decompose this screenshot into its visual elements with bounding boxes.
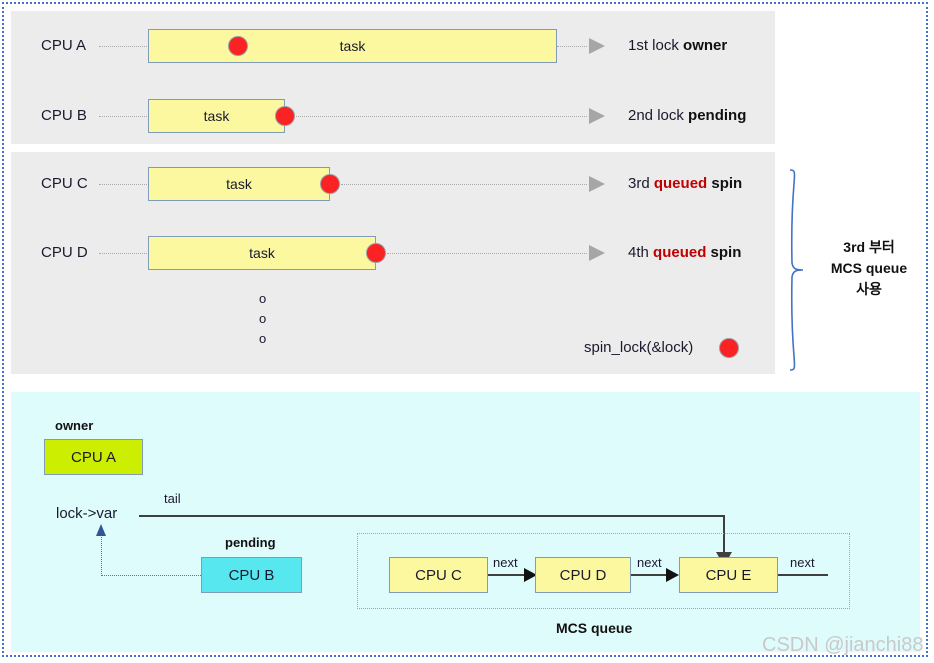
owner-caption: owner bbox=[55, 418, 94, 433]
mcs-queue-caption: MCS queue bbox=[556, 620, 633, 636]
tail-label: tail bbox=[164, 491, 181, 506]
connector-dots-b-right bbox=[296, 116, 587, 117]
right-label-a-prefix: 1st lock bbox=[628, 37, 684, 54]
tail-line-horizontal bbox=[139, 515, 725, 517]
arrow-a bbox=[589, 38, 605, 54]
queue-box-cpu-c: CPU C bbox=[389, 557, 488, 593]
next-label-3: next bbox=[790, 555, 815, 570]
watermark-text: CSDN @jianchi88 bbox=[762, 634, 924, 656]
pending-caption: pending bbox=[225, 535, 276, 550]
arrow-d bbox=[589, 245, 605, 261]
task-bar-c: task bbox=[148, 167, 330, 201]
brace-note: 3rd 부터 MCS queue 사용 bbox=[806, 237, 932, 300]
queue-box-cpu-e: CPU E bbox=[679, 557, 778, 593]
arrow-c bbox=[589, 176, 605, 192]
red-dot-c bbox=[320, 174, 340, 194]
red-dot-b bbox=[275, 106, 295, 126]
cpu-label-c: CPU C bbox=[41, 175, 88, 192]
owner-box-cpu-a: CPU A bbox=[44, 439, 143, 475]
pending-box-cpu-b: CPU B bbox=[201, 557, 302, 593]
next-line-2 bbox=[631, 574, 668, 576]
task-bar-b-label: task bbox=[203, 108, 230, 124]
cpu-label-a: CPU A bbox=[41, 37, 87, 54]
task-bar-a-label: task bbox=[339, 38, 366, 54]
arrow-b bbox=[589, 108, 605, 124]
pending-box-label: CPU B bbox=[228, 566, 275, 584]
next-line-1 bbox=[488, 574, 526, 576]
red-dot-d bbox=[366, 243, 386, 263]
queue-box-cpu-d: CPU D bbox=[535, 557, 631, 593]
brace-note-line1: 3rd 부터 bbox=[843, 239, 895, 255]
task-bar-c-label: task bbox=[226, 176, 252, 192]
next-arrowhead-2-icon bbox=[666, 568, 679, 582]
right-label-d-prefix: 4th bbox=[628, 244, 654, 261]
lock-var-label: lock->var bbox=[56, 505, 118, 522]
connector-dots-a-left bbox=[99, 46, 147, 47]
connector-dots-d-left bbox=[99, 253, 147, 254]
ellipsis-dot-2: o bbox=[259, 311, 267, 326]
red-dot-a bbox=[228, 36, 248, 56]
queue-box-cpu-d-label: CPU D bbox=[559, 566, 607, 584]
right-label-c-prefix: 3rd bbox=[628, 175, 654, 192]
queue-box-cpu-e-label: CPU E bbox=[705, 566, 752, 584]
queue-box-cpu-c-label: CPU C bbox=[415, 566, 462, 584]
owner-box-label: CPU A bbox=[70, 448, 116, 466]
right-label-b-prefix: 2nd lock bbox=[628, 107, 689, 124]
connector-dots-c-left bbox=[99, 184, 147, 185]
bottom-cyan-panel bbox=[11, 392, 920, 652]
connector-dots-a-right bbox=[557, 46, 587, 47]
ellipsis-dot-1: o bbox=[259, 291, 267, 306]
next-label-1: next bbox=[493, 555, 518, 570]
right-label-c-bold: spin bbox=[707, 175, 743, 192]
right-label-b: 2nd lock pending bbox=[628, 107, 746, 124]
next-line-3 bbox=[778, 574, 828, 576]
spin-lock-legend-label: spin_lock(&lock) bbox=[584, 339, 694, 356]
right-label-d: 4th queued spin bbox=[628, 244, 741, 261]
task-bar-d: task bbox=[148, 236, 376, 270]
right-label-c: 3rd queued spin bbox=[628, 175, 742, 192]
connector-dots-c-right bbox=[341, 184, 587, 185]
diagram-root: CPU A task 1st lock owner CPU B task 2nd… bbox=[0, 0, 934, 663]
cpu-label-d: CPU D bbox=[41, 244, 88, 261]
task-bar-b: task bbox=[148, 99, 285, 133]
next-label-2: next bbox=[637, 555, 662, 570]
right-label-b-bold: pending bbox=[688, 107, 747, 124]
right-label-a-bold: owner bbox=[683, 37, 728, 54]
red-dot-legend bbox=[719, 338, 739, 358]
brace-note-line2: MCS queue bbox=[830, 260, 908, 276]
brace-bracket bbox=[786, 168, 808, 372]
right-label-a: 1st lock owner bbox=[628, 37, 727, 54]
connector-dots-b-left bbox=[99, 116, 147, 117]
brace-note-line3: 사용 bbox=[856, 281, 882, 297]
cpu-label-b: CPU B bbox=[41, 107, 87, 124]
pending-pointer-vertical bbox=[101, 534, 102, 576]
right-label-c-queued: queued bbox=[653, 175, 708, 192]
right-label-d-bold: spin bbox=[706, 244, 742, 261]
connector-dots-d-right bbox=[387, 253, 587, 254]
task-bar-d-label: task bbox=[249, 245, 275, 261]
task-bar-a: task bbox=[148, 29, 557, 63]
pending-pointer-horizontal bbox=[101, 575, 201, 576]
pending-pointer-arrowhead-icon bbox=[96, 524, 106, 536]
right-label-d-queued: queued bbox=[653, 244, 707, 261]
ellipsis-dot-3: o bbox=[259, 331, 267, 346]
